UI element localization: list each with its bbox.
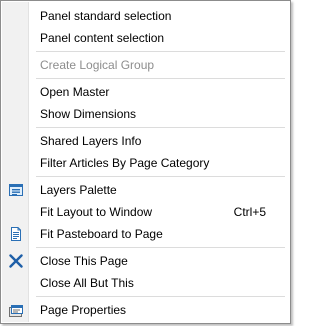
menu-item-label: Layers Palette: [40, 183, 117, 197]
menu-item-fit-layout-to-window[interactable]: Fit Layout to Window Ctrl+5: [2, 201, 289, 223]
menu-item-fit-pasteboard-to-page[interactable]: Fit Pasteboard to Page: [2, 223, 289, 245]
menu-item-label: Close This Page: [40, 254, 128, 268]
layers-palette-icon: [8, 182, 24, 198]
menu-item-page-properties[interactable]: Page Properties: [2, 299, 289, 321]
menu-item-create-logical-group: Create Logical Group: [2, 54, 289, 76]
menu-item-layers-palette[interactable]: Layers Palette: [2, 179, 289, 201]
menu-separator: [36, 78, 285, 79]
menu-item-label: Panel standard selection: [40, 9, 172, 23]
menu-separator: [36, 176, 285, 177]
menu-item-label: Shared Layers Info: [40, 134, 142, 148]
page-properties-icon: [8, 302, 24, 318]
menu-item-close-this-page[interactable]: Close This Page: [2, 250, 289, 272]
menu-item-panel-content-selection[interactable]: Panel content selection: [2, 27, 289, 49]
menu-separator: [36, 296, 285, 297]
menu-item-show-dimensions[interactable]: Show Dimensions: [2, 103, 289, 125]
menu-item-open-master[interactable]: Open Master: [2, 81, 289, 103]
context-menu: Panel standard selection Panel content s…: [0, 0, 291, 324]
page-icon: [8, 226, 24, 242]
menu-separator: [36, 247, 285, 248]
menu-separator: [36, 51, 285, 52]
menu-item-label: Create Logical Group: [40, 58, 155, 72]
menu-item-shortcut: Ctrl+5: [233, 205, 266, 219]
menu-item-label: Close All But This: [40, 276, 134, 290]
menu-item-shared-layers-info[interactable]: Shared Layers Info: [2, 130, 289, 152]
menu-item-label: Fit Layout to Window: [40, 205, 153, 219]
menu-item-close-all-but-this[interactable]: Close All But This: [2, 272, 289, 294]
menu-separator: [36, 127, 285, 128]
close-x-icon: [8, 253, 24, 269]
menu-item-label: Open Master: [40, 85, 110, 99]
menu-item-label: Page Properties: [40, 303, 127, 317]
menu-item-label: Fit Pasteboard to Page: [40, 227, 163, 241]
menu-item-panel-standard-selection[interactable]: Panel standard selection: [2, 5, 289, 27]
menu-item-label: Show Dimensions: [40, 107, 137, 121]
menu-item-label: Filter Articles By Page Category: [40, 156, 210, 170]
menu-item-label: Panel content selection: [40, 31, 165, 45]
menu-item-filter-articles-by-page-category[interactable]: Filter Articles By Page Category: [2, 152, 289, 174]
